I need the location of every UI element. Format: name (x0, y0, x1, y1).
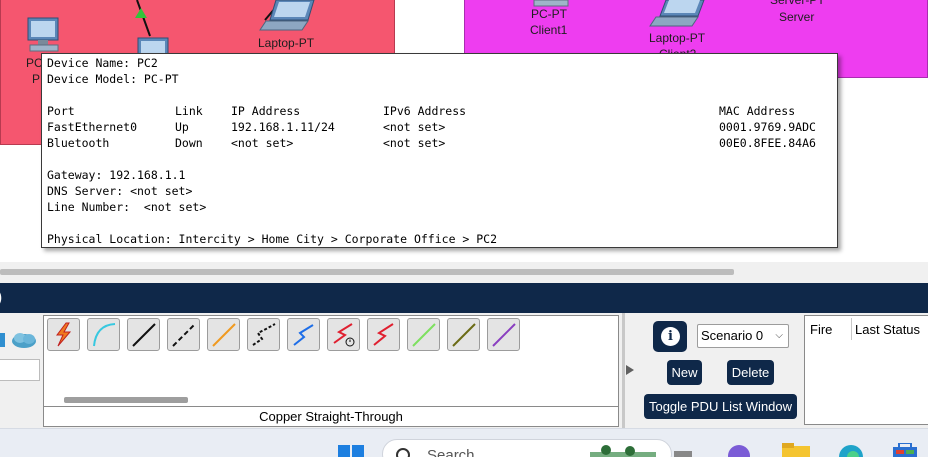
connections-panel: Copper Straight-Through (43, 315, 619, 427)
copper-straight-through-icon[interactable] (127, 318, 160, 351)
coaxial-cable-icon[interactable] (287, 318, 320, 351)
device-search-field[interactable] (0, 359, 40, 381)
tooltip-header-ip: IP Address (231, 104, 301, 118)
tooltip-device-model: Device Model: PC-PT (47, 72, 179, 86)
tooltip-dns: DNS Server: <not set> (47, 184, 193, 198)
device-label: PC-PT (531, 7, 567, 21)
tooltip-port: Bluetooth (47, 136, 110, 150)
tooltip-ipv6: <not set> (383, 120, 446, 134)
search-placeholder: Search (427, 447, 475, 457)
console-cable-icon[interactable] (87, 318, 120, 351)
serial-dce-icon[interactable] (327, 318, 360, 351)
octal-cable-icon[interactable] (407, 318, 440, 351)
tooltip-header-link: Link (175, 104, 203, 118)
copper-cross-over-icon[interactable] (167, 318, 200, 351)
tooltip-port: FastEthernet0 (47, 120, 138, 134)
scenario-select-value: Scenario 0 (701, 328, 764, 343)
search-highlight-icon (590, 445, 656, 457)
taskbar-search[interactable]: Search (382, 439, 672, 457)
device-label: Server-PT (770, 0, 825, 7)
usb-cable-icon[interactable] (487, 318, 520, 351)
scrollbar-thumb[interactable] (0, 269, 734, 275)
tooltip-gateway: Gateway: 192.168.1.1 (47, 168, 186, 182)
device-label: P (32, 72, 41, 86)
laptop-icon[interactable] (648, 0, 712, 30)
tooltip-header-ipv6: IPv6 Address (383, 104, 467, 118)
device-label: Client1 (530, 23, 568, 37)
delete-scenario-button[interactable]: Delete (727, 360, 774, 385)
connections-scrollbar[interactable] (64, 397, 188, 403)
automatic-connection-icon[interactable] (47, 318, 80, 351)
tooltip-link: Up (175, 120, 189, 134)
store-app-icon[interactable] (890, 443, 920, 457)
tooltip-ip: 192.168.1.11/24 (231, 120, 335, 134)
device-label: Server (779, 10, 815, 24)
edge-browser-icon[interactable] (836, 443, 866, 457)
task-view-icon[interactable] (672, 451, 694, 457)
tooltip-header-mac: MAC Address (719, 104, 796, 118)
search-icon (396, 448, 410, 457)
windows-start-icon[interactable] (336, 443, 366, 457)
scenario-info-button[interactable]: i (653, 321, 687, 352)
column-divider (851, 318, 852, 340)
logical-workspace[interactable]: Laptop-PT PC P PC-PT Client1 Laptop-PT C… (0, 0, 928, 262)
nav-glyph: ) (0, 289, 2, 306)
tooltip-device-name: Device Name: PC2 (47, 56, 158, 70)
tooltip-ipv6: <not set> (383, 136, 446, 150)
laptop-icon[interactable] (258, 0, 322, 34)
workspace-horizontal-scrollbar[interactable] (0, 262, 928, 283)
bottom-toolbar-header: ) (0, 283, 928, 313)
chevron-down-icon: ⌵ (775, 330, 783, 341)
device-category-icons[interactable] (0, 329, 40, 351)
tooltip-link: Down (175, 136, 203, 150)
tooltip-ip: <not set> (231, 136, 294, 150)
tooltip-header-port: Port (47, 104, 75, 118)
fiber-cable-icon[interactable] (207, 318, 240, 351)
new-scenario-button[interactable]: New (667, 360, 702, 385)
tooltip-physical-location: Physical Location: Intercity > Home City… (47, 232, 498, 246)
pdu-column-last-status: Last Status (855, 322, 921, 337)
pc-icon[interactable] (24, 16, 64, 54)
pdu-list-table: Fire Last Status (804, 315, 928, 425)
panel-splitter[interactable] (622, 313, 625, 428)
iot-cable-icon[interactable] (447, 318, 480, 351)
tooltip-mac: 00E0.8FEE.84A6 (719, 136, 816, 150)
chat-app-icon[interactable] (724, 443, 754, 457)
pdu-column-fire: Fire (810, 322, 833, 337)
device-label: Laptop-PT (258, 36, 315, 50)
tooltip-mac: 0001.9769.9ADC (719, 120, 816, 134)
selected-connection-name: Copper Straight-Through (44, 406, 618, 426)
scenario-select[interactable]: Scenario 0 ⌵ (697, 324, 789, 348)
serial-dte-icon[interactable] (367, 318, 400, 351)
packet-tracer-window: Laptop-PT PC P PC-PT Client1 Laptop-PT C… (0, 0, 928, 457)
tooltip-line-number: Line Number: <not set> (47, 200, 207, 214)
device-info-tooltip: Device Name: PC2 Device Model: PC-PT Por… (41, 53, 838, 248)
info-icon: i (661, 327, 680, 346)
phone-cable-icon[interactable] (247, 318, 280, 351)
bottom-panel: Copper Straight-Through i Scenario 0 ⌵ N… (0, 313, 928, 428)
os-taskbar: Search (0, 428, 928, 457)
expand-arrow-icon[interactable] (626, 365, 634, 375)
device-label: Laptop-PT (649, 31, 706, 45)
file-explorer-icon[interactable] (780, 443, 812, 457)
toggle-pdu-list-button[interactable]: Toggle PDU List Window (644, 394, 797, 419)
